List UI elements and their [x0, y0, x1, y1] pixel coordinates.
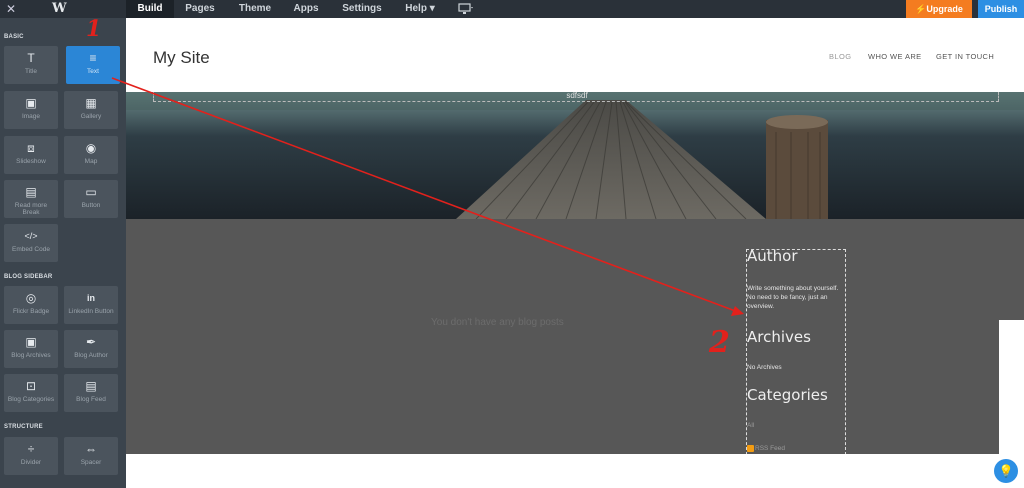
annotation-number-2: 2: [709, 325, 730, 360]
annotation-arrow: [111, 77, 744, 316]
annotation-number-1: 1: [86, 16, 102, 42]
